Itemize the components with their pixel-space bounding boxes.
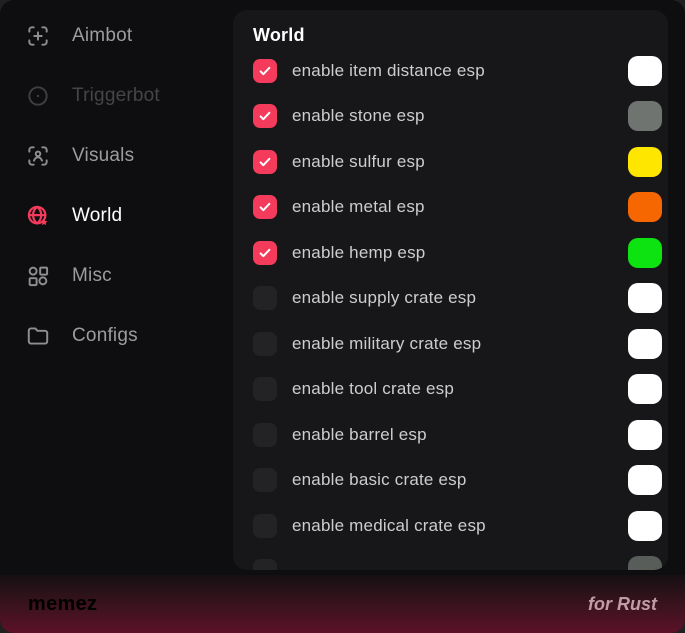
footer-bar: memez for Rust [0,575,685,633]
setting-row: enable medical crate esp [253,503,662,549]
checkbox[interactable] [253,423,277,447]
setting-row: enable stone esp [253,94,662,140]
sidebar: Aimbot Triggerbot Visuals World Misc Con… [0,13,233,373]
checkbox[interactable] [253,150,277,174]
sidebar-item-label: Visuals [72,145,134,167]
sidebar-item-label: Triggerbot [72,85,160,107]
checkbox[interactable] [253,377,277,401]
triggerbot-target-icon [25,83,51,109]
world-panel: World enable item distance esp enable st… [233,10,668,570]
checkmark-icon [258,64,272,78]
setting-row [253,549,662,571]
color-swatch[interactable] [628,56,662,86]
sidebar-item-label: Misc [72,265,112,287]
sidebar-item-world[interactable]: World [0,193,233,239]
visuals-person-scan-icon [25,143,51,169]
configs-folder-icon [25,323,51,349]
setting-row: enable barrel esp [253,412,662,458]
setting-row: enable military crate esp [253,321,662,367]
panel-title: World [253,22,662,48]
checkmark-icon [258,200,272,214]
sidebar-item-visuals[interactable]: Visuals [0,133,233,179]
sidebar-item-label: Aimbot [72,25,132,47]
brand-name: memez [28,593,97,616]
setting-row: enable hemp esp [253,230,662,276]
color-swatch[interactable] [628,283,662,313]
color-swatch[interactable] [628,556,662,570]
setting-label: enable stone esp [292,106,425,126]
checkbox[interactable] [253,468,277,492]
setting-label: enable supply crate esp [292,288,476,308]
setting-label: enable item distance esp [292,61,485,81]
setting-row: enable tool crate esp [253,367,662,413]
color-swatch[interactable] [628,511,662,541]
sidebar-item-misc[interactable]: Misc [0,253,233,299]
settings-list: enable item distance esp enable stone es… [253,48,662,570]
color-swatch[interactable] [628,465,662,495]
checkbox[interactable] [253,332,277,356]
brand-tagline: for Rust [588,594,657,615]
setting-label: enable medical crate esp [292,516,486,536]
color-swatch[interactable] [628,329,662,359]
setting-row: enable item distance esp [253,48,662,94]
checkbox[interactable] [253,514,277,538]
setting-label: enable barrel esp [292,425,427,445]
setting-label: enable sulfur esp [292,152,425,172]
color-swatch[interactable] [628,192,662,222]
sidebar-item-triggerbot[interactable]: Triggerbot [0,73,233,119]
misc-shapes-icon [25,263,51,289]
color-swatch[interactable] [628,147,662,177]
sidebar-item-aimbot[interactable]: Aimbot [0,13,233,59]
checkbox[interactable] [253,104,277,128]
color-swatch[interactable] [628,374,662,404]
checkmark-icon [258,109,272,123]
sidebar-item-label: Configs [72,325,138,347]
checkbox[interactable] [253,559,277,570]
color-swatch[interactable] [628,101,662,131]
checkbox[interactable] [253,59,277,83]
sidebar-item-configs[interactable]: Configs [0,313,233,359]
checkbox[interactable] [253,286,277,310]
setting-row: enable metal esp [253,185,662,231]
checkmark-icon [258,246,272,260]
color-swatch[interactable] [628,238,662,268]
aimbot-crosshair-icon [25,23,51,49]
setting-label: enable military crate esp [292,334,481,354]
setting-label: enable basic crate esp [292,470,467,490]
color-swatch[interactable] [628,420,662,450]
sidebar-item-label: World [72,205,122,227]
setting-label: enable metal esp [292,197,425,217]
cheat-window: Aimbot Triggerbot Visuals World Misc Con… [0,0,685,633]
setting-row: enable supply crate esp [253,276,662,322]
checkbox[interactable] [253,195,277,219]
checkbox[interactable] [253,241,277,265]
setting-row: enable sulfur esp [253,139,662,185]
setting-label: enable hemp esp [292,243,425,263]
setting-label: enable tool crate esp [292,379,454,399]
world-globe-icon [25,203,51,229]
checkmark-icon [258,155,272,169]
setting-row: enable basic crate esp [253,458,662,504]
